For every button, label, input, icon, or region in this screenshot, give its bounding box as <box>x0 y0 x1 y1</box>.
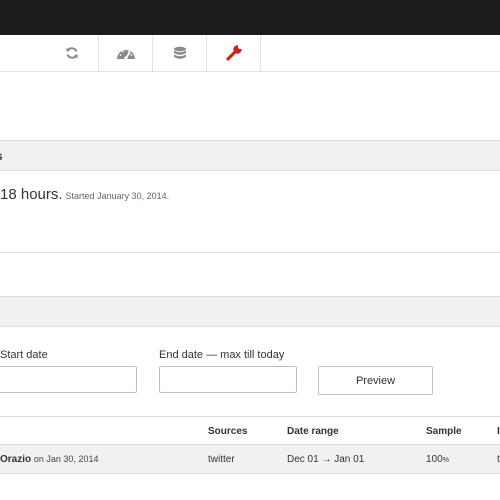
run-duration: 18 hours. <box>0 186 63 203</box>
wrench-icon <box>226 45 242 61</box>
row-source: twitter <box>208 454 235 465</box>
toolbar <box>0 35 500 72</box>
speedometer-icon <box>117 50 135 60</box>
run-started: Started January 30, 2014. <box>65 191 170 201</box>
column-header-sources[interactable]: Sources <box>208 426 247 437</box>
toolbar-divider <box>260 35 261 71</box>
author-name: Orazio <box>0 454 32 465</box>
section-title: s <box>0 149 3 163</box>
run-status: 18 hours. Started January 30, 2014. <box>0 186 169 204</box>
start-date-label: Start date <box>0 349 48 361</box>
top-bar <box>0 0 500 35</box>
row-date-range: Dec 01 → Jan 01 <box>287 454 365 465</box>
divider <box>0 416 500 417</box>
preview-button[interactable]: Preview <box>318 366 433 395</box>
end-date-input[interactable] <box>159 366 297 393</box>
row-extra: t <box>497 454 500 465</box>
sample-value: 100 <box>426 454 443 465</box>
dashboard-button[interactable] <box>98 35 153 71</box>
column-header-sample[interactable]: Sample <box>426 426 462 437</box>
database-button[interactable] <box>152 35 207 71</box>
sync-button[interactable] <box>45 35 99 71</box>
row-sample: 100% <box>426 454 449 465</box>
column-header-extra[interactable]: I <box>497 426 500 437</box>
section-header <box>0 296 500 327</box>
sample-unit: % <box>442 457 449 464</box>
created-date: on Jan 30, 2014 <box>33 454 99 464</box>
column-header-date-range[interactable]: Date range <box>287 426 339 437</box>
database-icon <box>174 46 186 59</box>
sync-icon <box>66 47 78 59</box>
settings-button[interactable] <box>206 35 261 71</box>
end-date-label: End date — max till today <box>159 349 285 361</box>
row-author: Orazio on Jan 30, 2014 <box>0 454 98 465</box>
table-row[interactable]: Orazio on Jan 30, 2014 twitter Dec 01 → … <box>0 444 500 474</box>
start-date-input[interactable] <box>0 366 137 393</box>
section-header: s <box>0 140 500 171</box>
divider <box>0 252 500 253</box>
